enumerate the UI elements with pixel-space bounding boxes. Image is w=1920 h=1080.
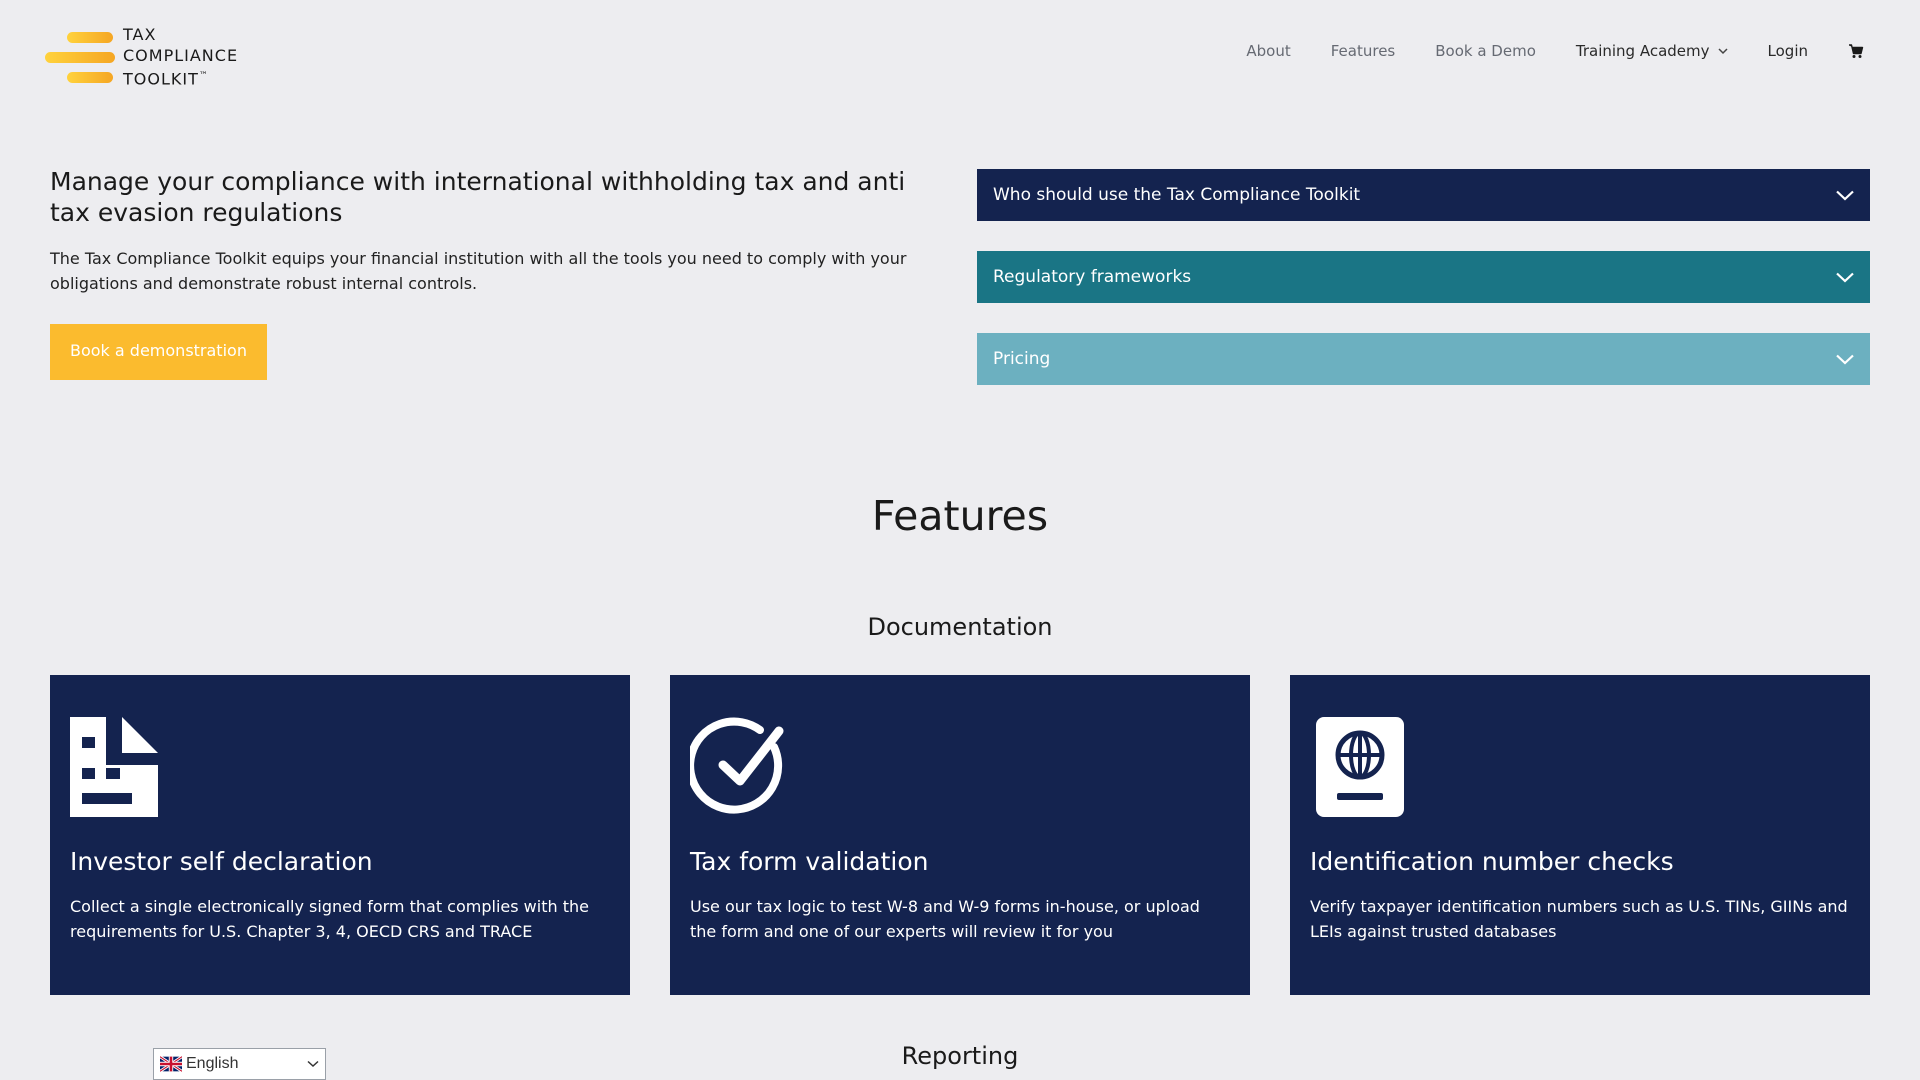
features-heading: Features (871, 492, 1049, 540)
chevron-down-icon (1836, 272, 1854, 283)
nav-training-academy[interactable]: Training Academy (1576, 42, 1728, 60)
language-selected: English (186, 1055, 239, 1072)
card-description: Collect a single electronically signed f… (70, 897, 589, 941)
logo-line-3: TOOLKIT (123, 69, 199, 89)
accordion-label: Who should use the Tax Compliance Toolki… (993, 185, 1361, 205)
chevron-down-icon (1836, 354, 1854, 365)
main-nav: About Features Book a Demo Training Acad… (1246, 42, 1864, 60)
card-title: Investor self declaration (70, 847, 373, 876)
check-circle-icon (686, 717, 1230, 817)
logo-line-1: TAX (123, 25, 157, 44)
card-title: Identification number checks (1310, 847, 1674, 876)
nav-book-demo[interactable]: Book a Demo (1435, 42, 1536, 60)
chevron-down-icon (307, 1060, 319, 1068)
nav-about[interactable]: About (1246, 42, 1290, 60)
accordion-label: Pricing (993, 349, 1051, 369)
cart-icon[interactable] (1848, 43, 1864, 59)
feature-card-identification-number-checks: Identification number checks Verify taxp… (1290, 675, 1870, 995)
feature-card-tax-form-validation: Tax form validation Use our tax logic to… (670, 675, 1250, 995)
card-description: Use our tax logic to test W-8 and W-9 fo… (690, 897, 1200, 941)
info-accordion: Who should use the Tax Compliance Toolki… (977, 169, 1870, 415)
logo-wordmark: TAX COMPLIANCE TOOLKIT™ (123, 24, 238, 89)
logo-line-2: COMPLIANCE (123, 46, 239, 65)
chevron-down-icon (1836, 190, 1854, 201)
documentation-heading: Documentation (867, 613, 1053, 641)
hero-section: Manage your compliance with internationa… (50, 166, 940, 380)
card-description: Verify taxpayer identification numbers s… (1310, 897, 1848, 941)
brand-logo[interactable]: TAX COMPLIANCE TOOLKIT™ (45, 24, 238, 89)
language-selector[interactable]: English (153, 1048, 326, 1080)
hero-description: The Tax Compliance Toolkit equips your f… (50, 249, 907, 293)
documentation-cards: Investor self declaration Collect a sing… (50, 675, 1870, 995)
site-header: TAX COMPLIANCE TOOLKIT™ About Features B… (0, 0, 1920, 108)
hero-title: Manage your compliance with internationa… (50, 167, 906, 227)
nav-features[interactable]: Features (1331, 42, 1396, 60)
trademark-symbol: ™ (198, 71, 209, 81)
accordion-pricing[interactable]: Pricing (977, 333, 1870, 385)
nav-login[interactable]: Login (1768, 42, 1808, 60)
accordion-regulatory-frameworks[interactable]: Regulatory frameworks (977, 251, 1870, 303)
passport-icon (1310, 717, 1850, 817)
feature-card-investor-self-declaration: Investor self declaration Collect a sing… (50, 675, 630, 995)
uk-flag-icon (160, 1056, 182, 1072)
accordion-who-should-use[interactable]: Who should use the Tax Compliance Toolki… (977, 169, 1870, 221)
card-title: Tax form validation (690, 847, 929, 876)
accordion-label: Regulatory frameworks (993, 267, 1192, 287)
chevron-down-icon (1718, 47, 1728, 54)
logo-mark (45, 28, 117, 86)
nav-training-academy-label: Training Academy (1575, 42, 1710, 60)
document-icon (70, 717, 610, 817)
book-demonstration-button[interactable]: Book a demonstration (50, 324, 267, 380)
